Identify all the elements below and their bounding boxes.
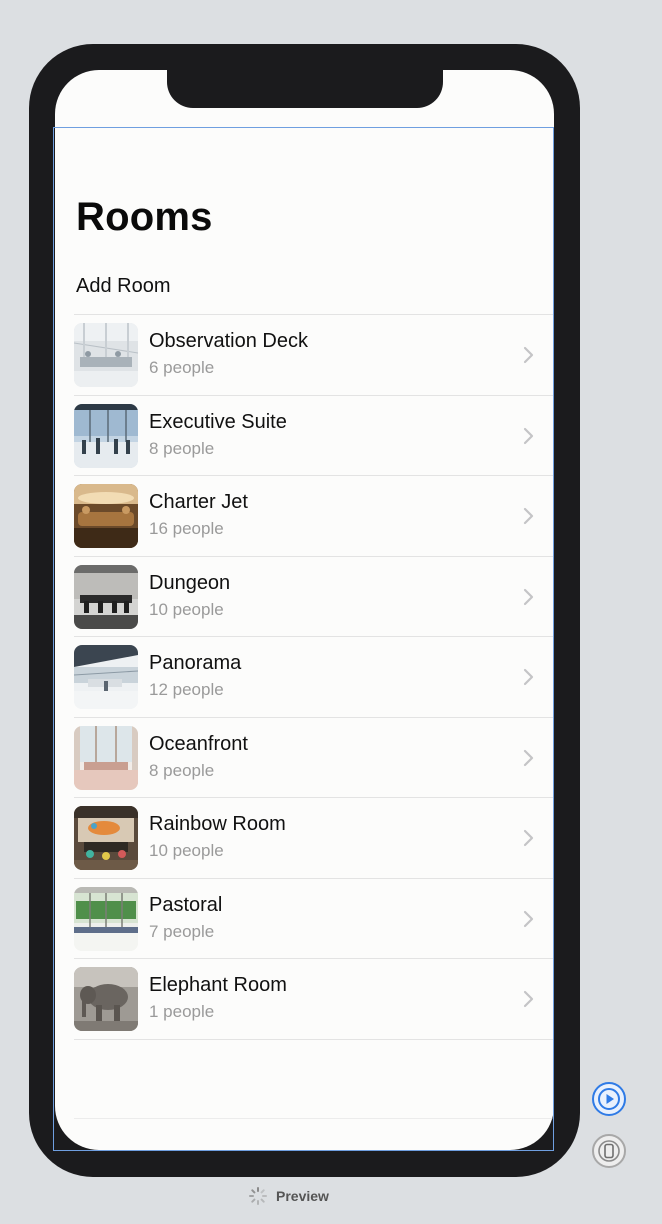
room-capacity: 6 people — [149, 358, 215, 377]
room-capacity: 8 people — [149, 760, 215, 780]
room-capacity: 16 people — [149, 519, 224, 538]
chevron-right-icon — [523, 910, 534, 927]
app-screen: Rooms Add Room Observation Deck 6 people… — [55, 70, 554, 1150]
room-row[interactable]: Charter Jet 16 people — [55, 476, 554, 556]
chevron-right-icon — [523, 990, 534, 1008]
charter-jet-photo — [74, 484, 138, 548]
room-capacity: 8 people — [149, 438, 215, 458]
room-capacity: 10 people — [149, 841, 224, 860]
chevron-right-icon — [523, 427, 534, 444]
room-row[interactable]: Rainbow Room 10 people — [55, 798, 554, 878]
elephant-room-photo — [74, 967, 138, 1031]
chevron-right-icon — [523, 749, 534, 766]
play-circle-icon — [598, 1088, 620, 1110]
chevron-right-icon — [523, 346, 534, 364]
chevron-right-icon — [523, 829, 534, 847]
safe-area-guide — [55, 127, 554, 128]
observation-deck-photo — [74, 323, 138, 387]
live-preview-button[interactable] — [592, 1082, 626, 1116]
room-row[interactable]: Dungeon 10 people — [55, 557, 554, 637]
oceanfront-photo — [74, 725, 138, 790]
room-capacity: 7 people — [149, 921, 215, 941]
room-capacity: 10 people — [149, 599, 224, 619]
room-name: Pastoral — [149, 893, 223, 916]
room-row[interactable]: Pastoral 7 people — [55, 879, 554, 959]
rainbow-room-photo — [74, 806, 138, 870]
room-name: Observation Deck — [149, 330, 308, 352]
home-indicator-area — [74, 1118, 554, 1119]
dungeon-photo — [74, 564, 138, 629]
panorama-photo — [74, 645, 138, 709]
page-title: Rooms — [76, 195, 213, 239]
room-name: Rainbow Room — [149, 813, 286, 835]
room-row[interactable]: Executive Suite 8 people — [55, 396, 554, 476]
room-name: Executive Suite — [149, 410, 287, 433]
preview-status: Preview — [248, 1186, 329, 1206]
room-name: Panorama — [149, 652, 242, 674]
pastoral-photo — [74, 886, 138, 951]
room-row[interactable]: Panorama 12 people — [55, 637, 554, 717]
executive-suite-photo — [74, 403, 138, 468]
room-name: Oceanfront — [149, 732, 248, 755]
device-notch — [167, 70, 443, 108]
room-row[interactable]: Observation Deck 6 people — [55, 315, 554, 395]
preview-label: Preview — [276, 1188, 329, 1204]
room-name: Dungeon — [149, 571, 231, 594]
room-capacity: 12 people — [149, 680, 224, 699]
add-room-button[interactable]: Add Room — [76, 275, 171, 298]
room-name: Charter Jet — [149, 491, 248, 513]
room-capacity: 1 people — [149, 1002, 215, 1021]
room-row[interactable]: Oceanfront 8 people — [55, 718, 554, 798]
list-separator — [74, 1038, 554, 1040]
chevron-right-icon — [523, 588, 534, 605]
chevron-right-icon — [523, 668, 534, 686]
room-row[interactable]: Elephant Room 1 people — [55, 959, 554, 1039]
chevron-right-icon — [523, 507, 534, 525]
room-name: Elephant Room — [149, 974, 287, 996]
preview-on-device-button[interactable] — [592, 1134, 626, 1168]
spinner-icon — [249, 1187, 267, 1205]
rooms-list: Observation Deck 6 people Executive Suit… — [55, 314, 554, 1040]
device-icon — [598, 1140, 620, 1162]
